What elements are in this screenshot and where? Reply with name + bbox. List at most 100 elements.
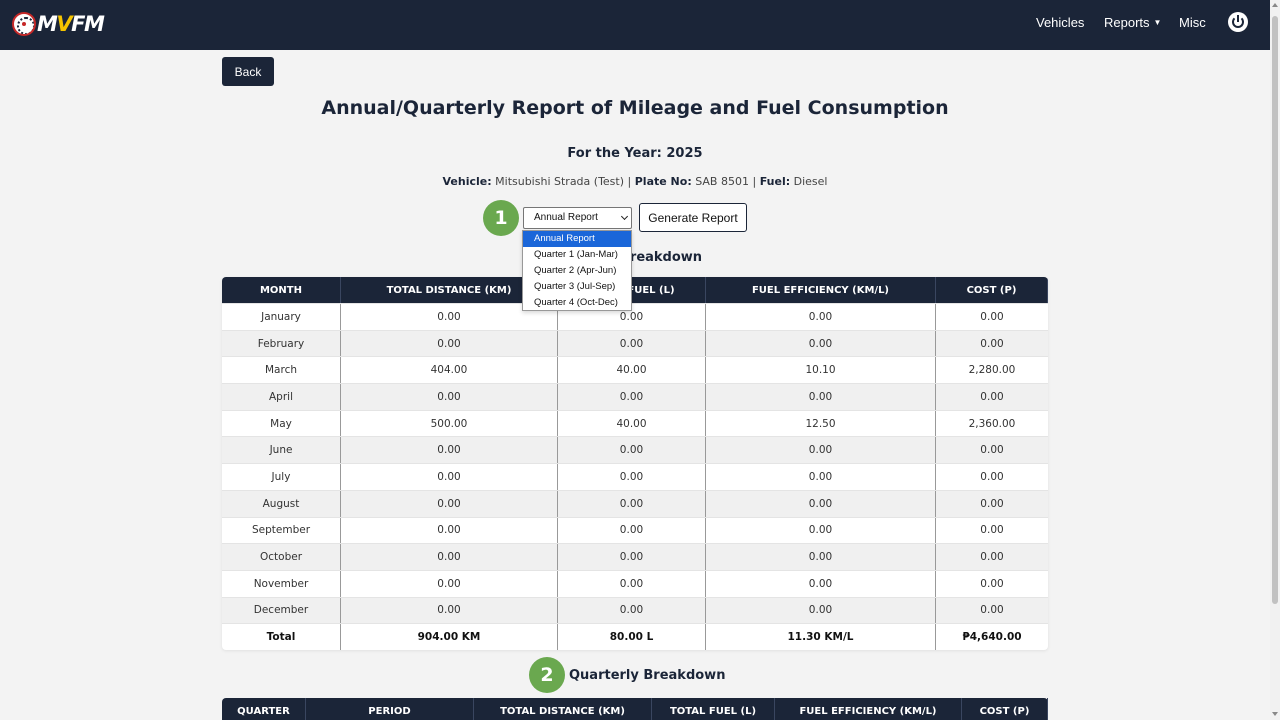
cell-month: August bbox=[222, 490, 341, 517]
cell-fuel-efficiency: 0.00 bbox=[706, 330, 936, 357]
plate-label: Plate No: bbox=[634, 175, 692, 188]
total-fuel: 80.00 L bbox=[558, 624, 706, 650]
cell-fuel-efficiency: 0.00 bbox=[706, 384, 936, 410]
option-quarter-4[interactable]: Quarter 4 (Oct-Dec) bbox=[523, 295, 631, 311]
cell-month: April bbox=[222, 384, 341, 410]
total-efficiency: 11.30 KM/L bbox=[706, 624, 936, 650]
cell-total-distance: 0.00 bbox=[341, 597, 558, 624]
table-row: July 0.00 0.00 0.00 0.00 bbox=[222, 463, 1048, 490]
cell-cost: 0.00 bbox=[980, 524, 1004, 537]
monthly-table: MONTH TOTAL DISTANCE (KM) TOTAL FUEL (L)… bbox=[222, 277, 1048, 650]
q-header-period: PERIOD bbox=[306, 698, 474, 720]
total-cost: ₱4,640.00 bbox=[962, 631, 1022, 644]
cell-fuel-efficiency: 12.50 bbox=[706, 410, 936, 437]
option-annual-report[interactable]: Annual Report bbox=[523, 231, 631, 247]
scroll-thumb[interactable] bbox=[1272, 16, 1278, 604]
cell-month: July bbox=[222, 464, 341, 490]
cell-fuel-efficiency: 10.10 bbox=[706, 357, 936, 384]
table-row: March 404.00 40.00 10.10 2,280.00 bbox=[222, 356, 1048, 384]
mvfm-logo[interactable]: MVFM bbox=[12, 12, 105, 36]
monthly-breakdown-title: Breakdown bbox=[620, 250, 703, 265]
header-cost: COST (P) bbox=[936, 277, 1048, 303]
cell-fuel-efficiency: 0.00 bbox=[706, 570, 936, 597]
cell-cost: 2,280.00 bbox=[968, 364, 1016, 377]
scroll-down-arrow-icon[interactable] bbox=[1272, 712, 1278, 716]
fuel-label: Fuel: bbox=[759, 175, 791, 188]
cell-month: December bbox=[222, 597, 341, 624]
q-header-cost: COST (P) bbox=[962, 698, 1048, 720]
nav-vehicles[interactable]: Vehicles bbox=[1036, 15, 1084, 30]
cell-total-distance: 0.00 bbox=[341, 437, 558, 464]
year-heading: For the Year: 2025 bbox=[567, 146, 703, 161]
cell-total-distance: 0.00 bbox=[341, 517, 558, 544]
cell-fuel-efficiency: 0.00 bbox=[706, 597, 936, 624]
cell-month: March bbox=[222, 357, 341, 384]
cell-total-distance: 0.00 bbox=[341, 330, 558, 357]
page-scrollbar[interactable] bbox=[1270, 0, 1280, 720]
cell-month: September bbox=[222, 517, 341, 544]
cell-cost: 0.00 bbox=[980, 577, 1004, 590]
cell-cost: 0.00 bbox=[980, 390, 1004, 403]
cell-cost: 0.00 bbox=[980, 337, 1004, 350]
step-badge-1: 1 bbox=[483, 200, 519, 236]
cell-total-distance: 0.00 bbox=[341, 464, 558, 490]
total-label: Total bbox=[222, 624, 341, 650]
cell-fuel-efficiency: 0.00 bbox=[706, 544, 936, 570]
quarterly-breakdown-title: Quarterly Breakdown bbox=[569, 668, 726, 683]
table-row: June 0.00 0.00 0.00 0.00 bbox=[222, 436, 1048, 464]
table-row: November 0.00 0.00 0.00 0.00 bbox=[222, 569, 1048, 597]
vehicle-info: Vehicle: Mitsubishi Strada (Test) | Plat… bbox=[222, 175, 1048, 188]
cell-total-fuel: 40.00 bbox=[558, 357, 706, 384]
cell-fuel-efficiency: 0.00 bbox=[706, 437, 936, 464]
logo-text: MVFM bbox=[37, 12, 105, 36]
cell-fuel-efficiency: 0.00 bbox=[706, 517, 936, 544]
report-type-select[interactable]: Annual Report bbox=[523, 207, 632, 229]
table-row: December 0.00 0.00 0.00 0.00 bbox=[222, 596, 1048, 624]
table-row: May 500.00 40.00 12.50 2,360.00 bbox=[222, 409, 1048, 437]
nav-reports-label: Reports bbox=[1104, 15, 1150, 30]
cell-cost: 0.00 bbox=[980, 310, 1004, 323]
cell-cost: 0.00 bbox=[980, 551, 1004, 564]
plate-value: SAB 8501 bbox=[695, 175, 749, 188]
cell-total-fuel: 0.00 bbox=[558, 597, 706, 624]
option-quarter-2[interactable]: Quarter 2 (Apr-Jun) bbox=[523, 263, 631, 279]
cell-total-fuel: 0.00 bbox=[558, 490, 706, 517]
cell-total-fuel: 0.00 bbox=[558, 437, 706, 464]
q-header-total-fuel: TOTAL FUEL (L) bbox=[652, 698, 775, 720]
total-row: Total 904.00 KM 80.00 L 11.30 KM/L ₱4,64… bbox=[222, 623, 1048, 650]
q-header-total-distance: TOTAL DISTANCE (KM) bbox=[474, 698, 652, 720]
nav-reports[interactable]: Reports ▼ bbox=[1104, 15, 1161, 30]
cell-cost: 2,360.00 bbox=[968, 417, 1016, 430]
cell-total-fuel: 0.00 bbox=[558, 570, 706, 597]
separator: | bbox=[627, 175, 632, 188]
cell-total-distance: 0.00 bbox=[341, 384, 558, 410]
caret-down-icon: ▼ bbox=[1153, 18, 1162, 27]
cell-total-fuel: 0.00 bbox=[558, 544, 706, 570]
logo-emblem-icon bbox=[12, 12, 36, 36]
cell-month: October bbox=[222, 544, 341, 570]
cell-month: January bbox=[222, 304, 341, 330]
option-quarter-3[interactable]: Quarter 3 (Jul-Sep) bbox=[523, 279, 631, 295]
cell-total-fuel: 40.00 bbox=[558, 410, 706, 437]
generate-report-button[interactable]: Generate Report bbox=[639, 203, 747, 232]
option-quarter-1[interactable]: Quarter 1 (Jan-Mar) bbox=[523, 247, 631, 263]
cell-month: June bbox=[222, 437, 341, 464]
q-header-fuel-efficiency: FUEL EFFICIENCY (KM/L) bbox=[775, 698, 962, 720]
cell-total-fuel: 0.00 bbox=[558, 384, 706, 410]
nav-misc[interactable]: Misc bbox=[1179, 15, 1206, 30]
table-row: October 0.00 0.00 0.00 0.00 bbox=[222, 543, 1048, 570]
back-button[interactable]: Back bbox=[222, 57, 274, 86]
cell-total-fuel: 0.00 bbox=[558, 517, 706, 544]
header-fuel-efficiency: FUEL EFFICIENCY (KM/L) bbox=[706, 277, 936, 303]
cell-cost: 0.00 bbox=[980, 444, 1004, 457]
power-icon[interactable] bbox=[1228, 12, 1248, 32]
scroll-up-arrow-icon[interactable] bbox=[1272, 3, 1278, 7]
fuel-value: Diesel bbox=[793, 175, 828, 188]
separator: | bbox=[752, 175, 757, 188]
cell-cost: 0.00 bbox=[980, 470, 1004, 483]
cell-fuel-efficiency: 0.00 bbox=[706, 464, 936, 490]
chevron-down-icon bbox=[620, 212, 629, 221]
top-navbar: MVFM Vehicles Reports ▼ Misc bbox=[0, 0, 1270, 50]
table-body: January 0.00 0.00 0.00 0.00 February 0.00 0.00 0… bbox=[222, 303, 1048, 624]
cell-cost: 0.00 bbox=[980, 497, 1004, 510]
